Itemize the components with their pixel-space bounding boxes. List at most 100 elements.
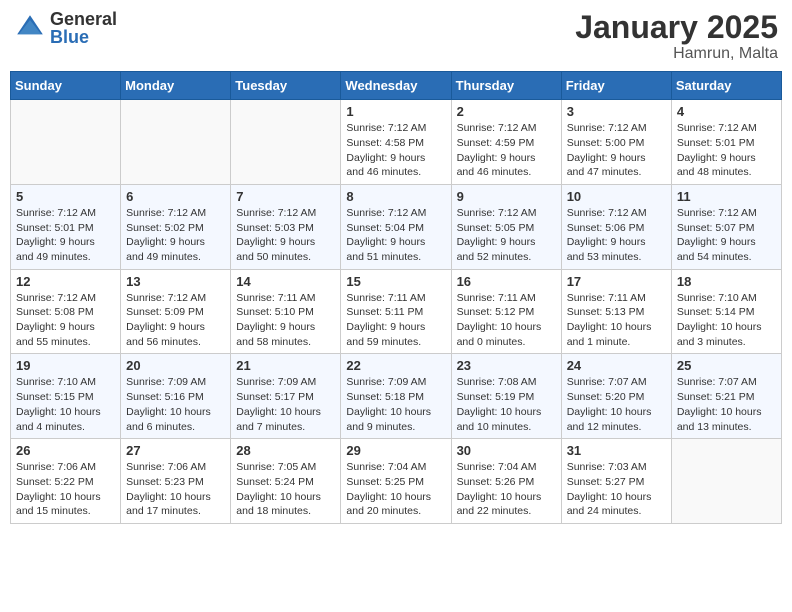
- day-cell: 27Sunrise: 7:06 AMSunset: 5:23 PMDayligh…: [121, 439, 231, 524]
- day-cell: 17Sunrise: 7:11 AMSunset: 5:13 PMDayligh…: [561, 269, 671, 354]
- day-number: 29: [346, 443, 445, 458]
- day-info-line: Daylight: 9 hours and 46 minutes.: [346, 151, 445, 180]
- day-info-line: Daylight: 9 hours and 47 minutes.: [567, 151, 666, 180]
- day-info-line: Daylight: 9 hours and 51 minutes.: [346, 235, 445, 264]
- day-cell: 8 Sunrise: 7:12 AMSunset: 5:04 PMDaylight…: [341, 184, 451, 269]
- day-info: Sunrise: 7:12 AMSunset: 5:00 PMDaylight:…: [567, 121, 666, 180]
- day-cell: 20Sunrise: 7:09 AMSunset: 5:16 PMDayligh…: [121, 354, 231, 439]
- day-number: 26: [16, 443, 115, 458]
- day-cell: [671, 439, 781, 524]
- day-number: 3: [567, 104, 666, 119]
- day-info-line: Sunrise: 7:12 AM: [457, 121, 556, 136]
- day-info-line: Daylight: 10 hours and 3 minutes.: [677, 320, 776, 349]
- day-info: Sunrise: 7:12 AMSunset: 4:58 PMDaylight:…: [346, 121, 445, 180]
- day-info-line: Daylight: 9 hours and 56 minutes.: [126, 320, 225, 349]
- day-info-line: Daylight: 10 hours and 20 minutes.: [346, 490, 445, 519]
- day-info-line: Sunset: 5:02 PM: [126, 221, 225, 236]
- day-cell: 5Sunrise: 7:12 AMSunset: 5:01 PMDaylight…: [11, 184, 121, 269]
- day-number: 1: [346, 104, 445, 119]
- day-info-line: Sunset: 5:19 PM: [457, 390, 556, 405]
- day-cell: 2Sunrise: 7:12 AMSunset: 4:59 PMDaylight…: [451, 100, 561, 185]
- weekday-header-row: SundayMondayTuesdayWednesdayThursdayFrid…: [11, 72, 782, 100]
- day-info-line: Sunset: 5:23 PM: [126, 475, 225, 490]
- day-info-line: Sunset: 5:12 PM: [457, 305, 556, 320]
- day-cell: 1 Sunrise: 7:12 AMSunset: 4:58 PMDaylight…: [341, 100, 451, 185]
- week-row-2: 12Sunrise: 7:12 AMSunset: 5:08 PMDayligh…: [11, 269, 782, 354]
- day-cell: 28Sunrise: 7:05 AMSunset: 5:24 PMDayligh…: [231, 439, 341, 524]
- logo-blue: Blue: [50, 28, 117, 46]
- day-number: 13: [126, 274, 225, 289]
- day-info-line: Daylight: 9 hours and 50 minutes.: [236, 235, 335, 264]
- day-number: 23: [457, 358, 556, 373]
- day-number: 24: [567, 358, 666, 373]
- day-info-line: Sunrise: 7:11 AM: [346, 291, 445, 306]
- day-number: 2: [457, 104, 556, 119]
- day-info-line: Sunrise: 7:05 AM: [236, 460, 335, 475]
- day-info: Sunrise: 7:04 AMSunset: 5:25 PMDaylight:…: [346, 460, 445, 519]
- day-info-line: Daylight: 10 hours and 7 minutes.: [236, 405, 335, 434]
- day-info-line: Sunrise: 7:11 AM: [457, 291, 556, 306]
- logo-text: General Blue: [50, 10, 117, 46]
- day-info-line: Sunset: 5:08 PM: [16, 305, 115, 320]
- day-info: Sunrise: 7:07 AMSunset: 5:20 PMDaylight:…: [567, 375, 666, 434]
- day-info-line: Sunrise: 7:06 AM: [126, 460, 225, 475]
- day-info-line: Sunset: 5:09 PM: [126, 305, 225, 320]
- day-info-line: Sunrise: 7:11 AM: [567, 291, 666, 306]
- day-info: Sunrise: 7:12 AMSunset: 5:03 PMDaylight:…: [236, 206, 335, 265]
- day-info-line: Sunrise: 7:03 AM: [567, 460, 666, 475]
- day-cell: 24 Sunrise: 7:07 AMSunset: 5:20 PMDayligh…: [561, 354, 671, 439]
- day-info-line: Sunset: 5:22 PM: [16, 475, 115, 490]
- day-number: 16: [457, 274, 556, 289]
- day-info-line: Sunset: 5:07 PM: [677, 221, 776, 236]
- day-info-line: Sunrise: 7:12 AM: [346, 121, 445, 136]
- day-info-line: Sunset: 5:00 PM: [567, 136, 666, 151]
- day-info-line: Daylight: 9 hours and 49 minutes.: [126, 235, 225, 264]
- day-info: Sunrise: 7:12 AMSunset: 5:01 PMDaylight:…: [16, 206, 115, 265]
- day-info-line: Daylight: 10 hours and 4 minutes.: [16, 405, 115, 434]
- logo-general: General: [50, 10, 117, 28]
- day-info-line: Sunset: 4:58 PM: [346, 136, 445, 151]
- day-info: Sunrise: 7:12 AMSunset: 5:06 PMDaylight:…: [567, 206, 666, 265]
- day-info-line: Sunrise: 7:12 AM: [236, 206, 335, 221]
- day-number: 11: [677, 189, 776, 204]
- day-info-line: Sunrise: 7:06 AM: [16, 460, 115, 475]
- day-info: Sunrise: 7:12 AMSunset: 5:04 PMDaylight:…: [346, 206, 445, 265]
- day-number: 30: [457, 443, 556, 458]
- day-info-line: Sunset: 5:16 PM: [126, 390, 225, 405]
- day-info-line: Daylight: 10 hours and 18 minutes.: [236, 490, 335, 519]
- day-info-line: Sunrise: 7:12 AM: [126, 291, 225, 306]
- week-row-4: 26Sunrise: 7:06 AMSunset: 5:22 PMDayligh…: [11, 439, 782, 524]
- day-cell: [231, 100, 341, 185]
- day-info: Sunrise: 7:09 AMSunset: 5:16 PMDaylight:…: [126, 375, 225, 434]
- day-info-line: Sunrise: 7:08 AM: [457, 375, 556, 390]
- day-info-line: Sunset: 5:13 PM: [567, 305, 666, 320]
- weekday-header-monday: Monday: [121, 72, 231, 100]
- day-info-line: Sunset: 5:01 PM: [16, 221, 115, 236]
- day-cell: 14Sunrise: 7:11 AMSunset: 5:10 PMDayligh…: [231, 269, 341, 354]
- day-number: 12: [16, 274, 115, 289]
- weekday-header-sunday: Sunday: [11, 72, 121, 100]
- day-number: 22: [346, 358, 445, 373]
- day-info-line: Daylight: 10 hours and 0 minutes.: [457, 320, 556, 349]
- day-info-line: Sunset: 5:15 PM: [16, 390, 115, 405]
- day-number: 4: [677, 104, 776, 119]
- day-info-line: Sunset: 5:06 PM: [567, 221, 666, 236]
- day-number: 15: [346, 274, 445, 289]
- day-info-line: Sunrise: 7:12 AM: [677, 206, 776, 221]
- day-info-line: Sunrise: 7:07 AM: [567, 375, 666, 390]
- day-number: 8: [346, 189, 445, 204]
- day-info-line: Daylight: 9 hours and 55 minutes.: [16, 320, 115, 349]
- day-info: Sunrise: 7:10 AMSunset: 5:15 PMDaylight:…: [16, 375, 115, 434]
- day-info-line: Daylight: 9 hours and 59 minutes.: [346, 320, 445, 349]
- day-cell: 25Sunrise: 7:07 AMSunset: 5:21 PMDayligh…: [671, 354, 781, 439]
- day-info-line: Daylight: 10 hours and 13 minutes.: [677, 405, 776, 434]
- day-info: Sunrise: 7:12 AMSunset: 5:02 PMDaylight:…: [126, 206, 225, 265]
- day-number: 31: [567, 443, 666, 458]
- day-cell: 7Sunrise: 7:12 AMSunset: 5:03 PMDaylight…: [231, 184, 341, 269]
- day-cell: 15Sunrise: 7:11 AMSunset: 5:11 PMDayligh…: [341, 269, 451, 354]
- day-info-line: Sunset: 5:20 PM: [567, 390, 666, 405]
- title-block: January 2025 Hamrun, Malta: [575, 10, 778, 63]
- day-info: Sunrise: 7:07 AMSunset: 5:21 PMDaylight:…: [677, 375, 776, 434]
- day-cell: 3 Sunrise: 7:12 AMSunset: 5:00 PMDaylight…: [561, 100, 671, 185]
- day-info: Sunrise: 7:06 AMSunset: 5:23 PMDaylight:…: [126, 460, 225, 519]
